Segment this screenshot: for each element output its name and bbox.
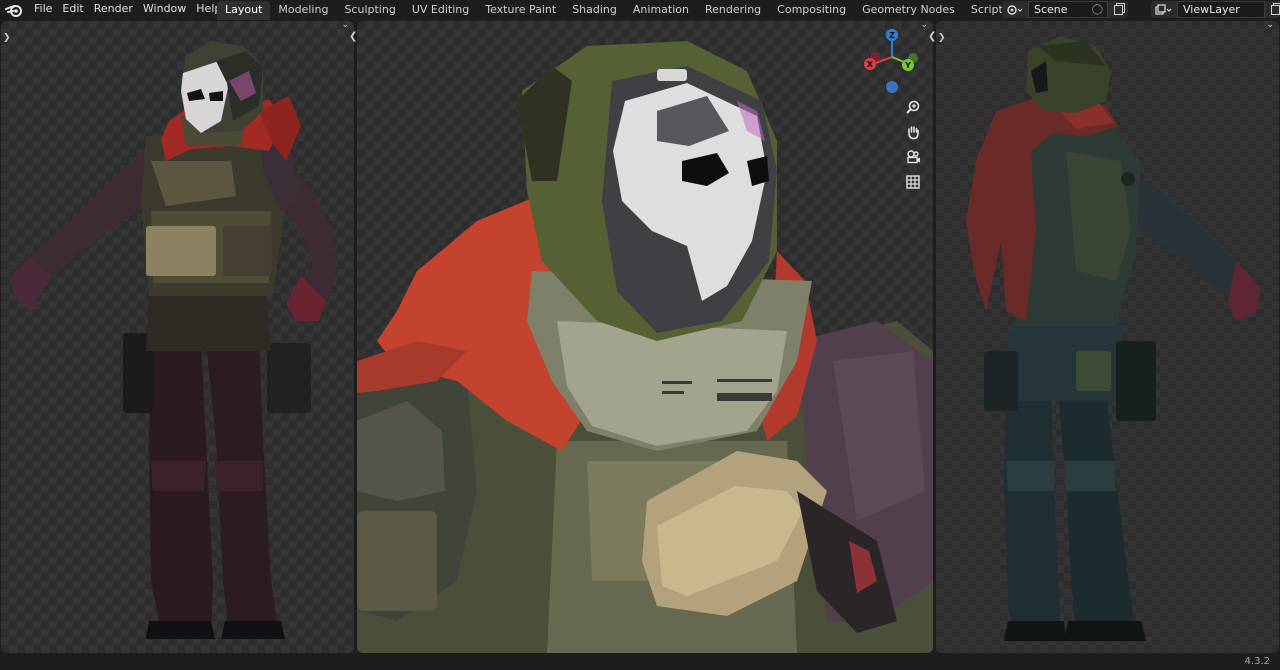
zoom-button[interactable] <box>902 96 924 118</box>
character-back-render <box>966 36 1261 641</box>
character-closeup-render <box>357 41 933 653</box>
view-layer-name: ViewLayer <box>1183 3 1240 16</box>
gizmo-y-label: Y <box>904 61 911 70</box>
menu-render[interactable]: Render <box>89 0 138 20</box>
viewport-left-corner-arrow[interactable]: ❯ <box>3 33 11 43</box>
scene-name: Scene <box>1034 3 1068 16</box>
view-layer-browse-button[interactable] <box>1151 1 1177 18</box>
scene-name-field[interactable]: Scene ◯ <box>1028 1 1108 18</box>
copy-icon <box>1113 4 1123 15</box>
copy-icon <box>1270 4 1280 15</box>
camera-icon <box>907 150 920 164</box>
tab-texture-paint[interactable]: Texture Paint <box>477 1 564 20</box>
tab-modeling[interactable]: Modeling <box>270 1 336 20</box>
scene-icon <box>1007 4 1023 15</box>
blender-logo-icon[interactable] <box>5 2 23 18</box>
navigation-gizmo[interactable]: Z X Y <box>861 27 925 107</box>
menu-edit[interactable]: Edit <box>57 0 88 20</box>
top-bar: File Edit Render Window Help Layout Mode… <box>0 0 1280 20</box>
viewport-right[interactable]: ❯ ⌄ <box>936 21 1279 653</box>
version-label: 4.3.2 <box>1244 656 1270 667</box>
camera-view-button[interactable] <box>902 146 924 168</box>
scene-browse-button[interactable] <box>1002 1 1028 18</box>
tab-geometry-nodes[interactable]: Geometry Nodes <box>854 1 963 20</box>
tab-compositing[interactable]: Compositing <box>769 1 854 20</box>
tab-sculpting[interactable]: Sculpting <box>336 1 403 20</box>
viewport-right-corner-arrow[interactable]: ❯ <box>938 33 946 43</box>
view-layer-selector: ViewLayer <box>1151 1 1280 18</box>
gizmo-z-label: Z <box>889 31 895 40</box>
main-menu: File Edit Render Window Help <box>29 0 226 20</box>
workspace-tabs: Layout Modeling Sculpting UV Editing Tex… <box>217 1 1046 20</box>
viewport-left[interactable]: ❯ ⌄ <box>1 21 354 653</box>
tab-animation[interactable]: Animation <box>625 1 697 20</box>
tab-shading[interactable]: Shading <box>564 1 625 20</box>
new-view-layer-button[interactable] <box>1265 1 1280 18</box>
hand-icon <box>908 126 919 140</box>
new-scene-button[interactable] <box>1108 1 1128 18</box>
grid-icon <box>906 175 920 189</box>
status-bar: 4.3.2 <box>0 654 1280 670</box>
view-layer-name-field[interactable]: ViewLayer <box>1177 1 1265 18</box>
menu-file[interactable]: File <box>29 0 57 20</box>
character-front-render <box>11 41 337 639</box>
pin-icon[interactable]: ◯ <box>1092 2 1103 17</box>
viewport-main[interactable]: ⌄ Z X Y <box>357 21 933 653</box>
view-layer-icon <box>1155 3 1172 15</box>
viewport-left-corner-caret[interactable]: ⌄ <box>341 21 349 30</box>
tab-layout[interactable]: Layout <box>217 1 271 20</box>
perspective-toggle-button[interactable] <box>902 171 924 193</box>
pan-button[interactable] <box>902 121 924 143</box>
tab-uv-editing[interactable]: UV Editing <box>404 1 477 20</box>
menu-window[interactable]: Window <box>138 0 191 20</box>
gizmo-x-label: X <box>867 60 874 69</box>
scene-selector: Scene ◯ <box>1002 1 1128 18</box>
tab-rendering[interactable]: Rendering <box>697 1 769 20</box>
viewport-right-corner-caret[interactable]: ⌄ <box>1266 21 1274 30</box>
zoom-icon <box>906 100 920 114</box>
